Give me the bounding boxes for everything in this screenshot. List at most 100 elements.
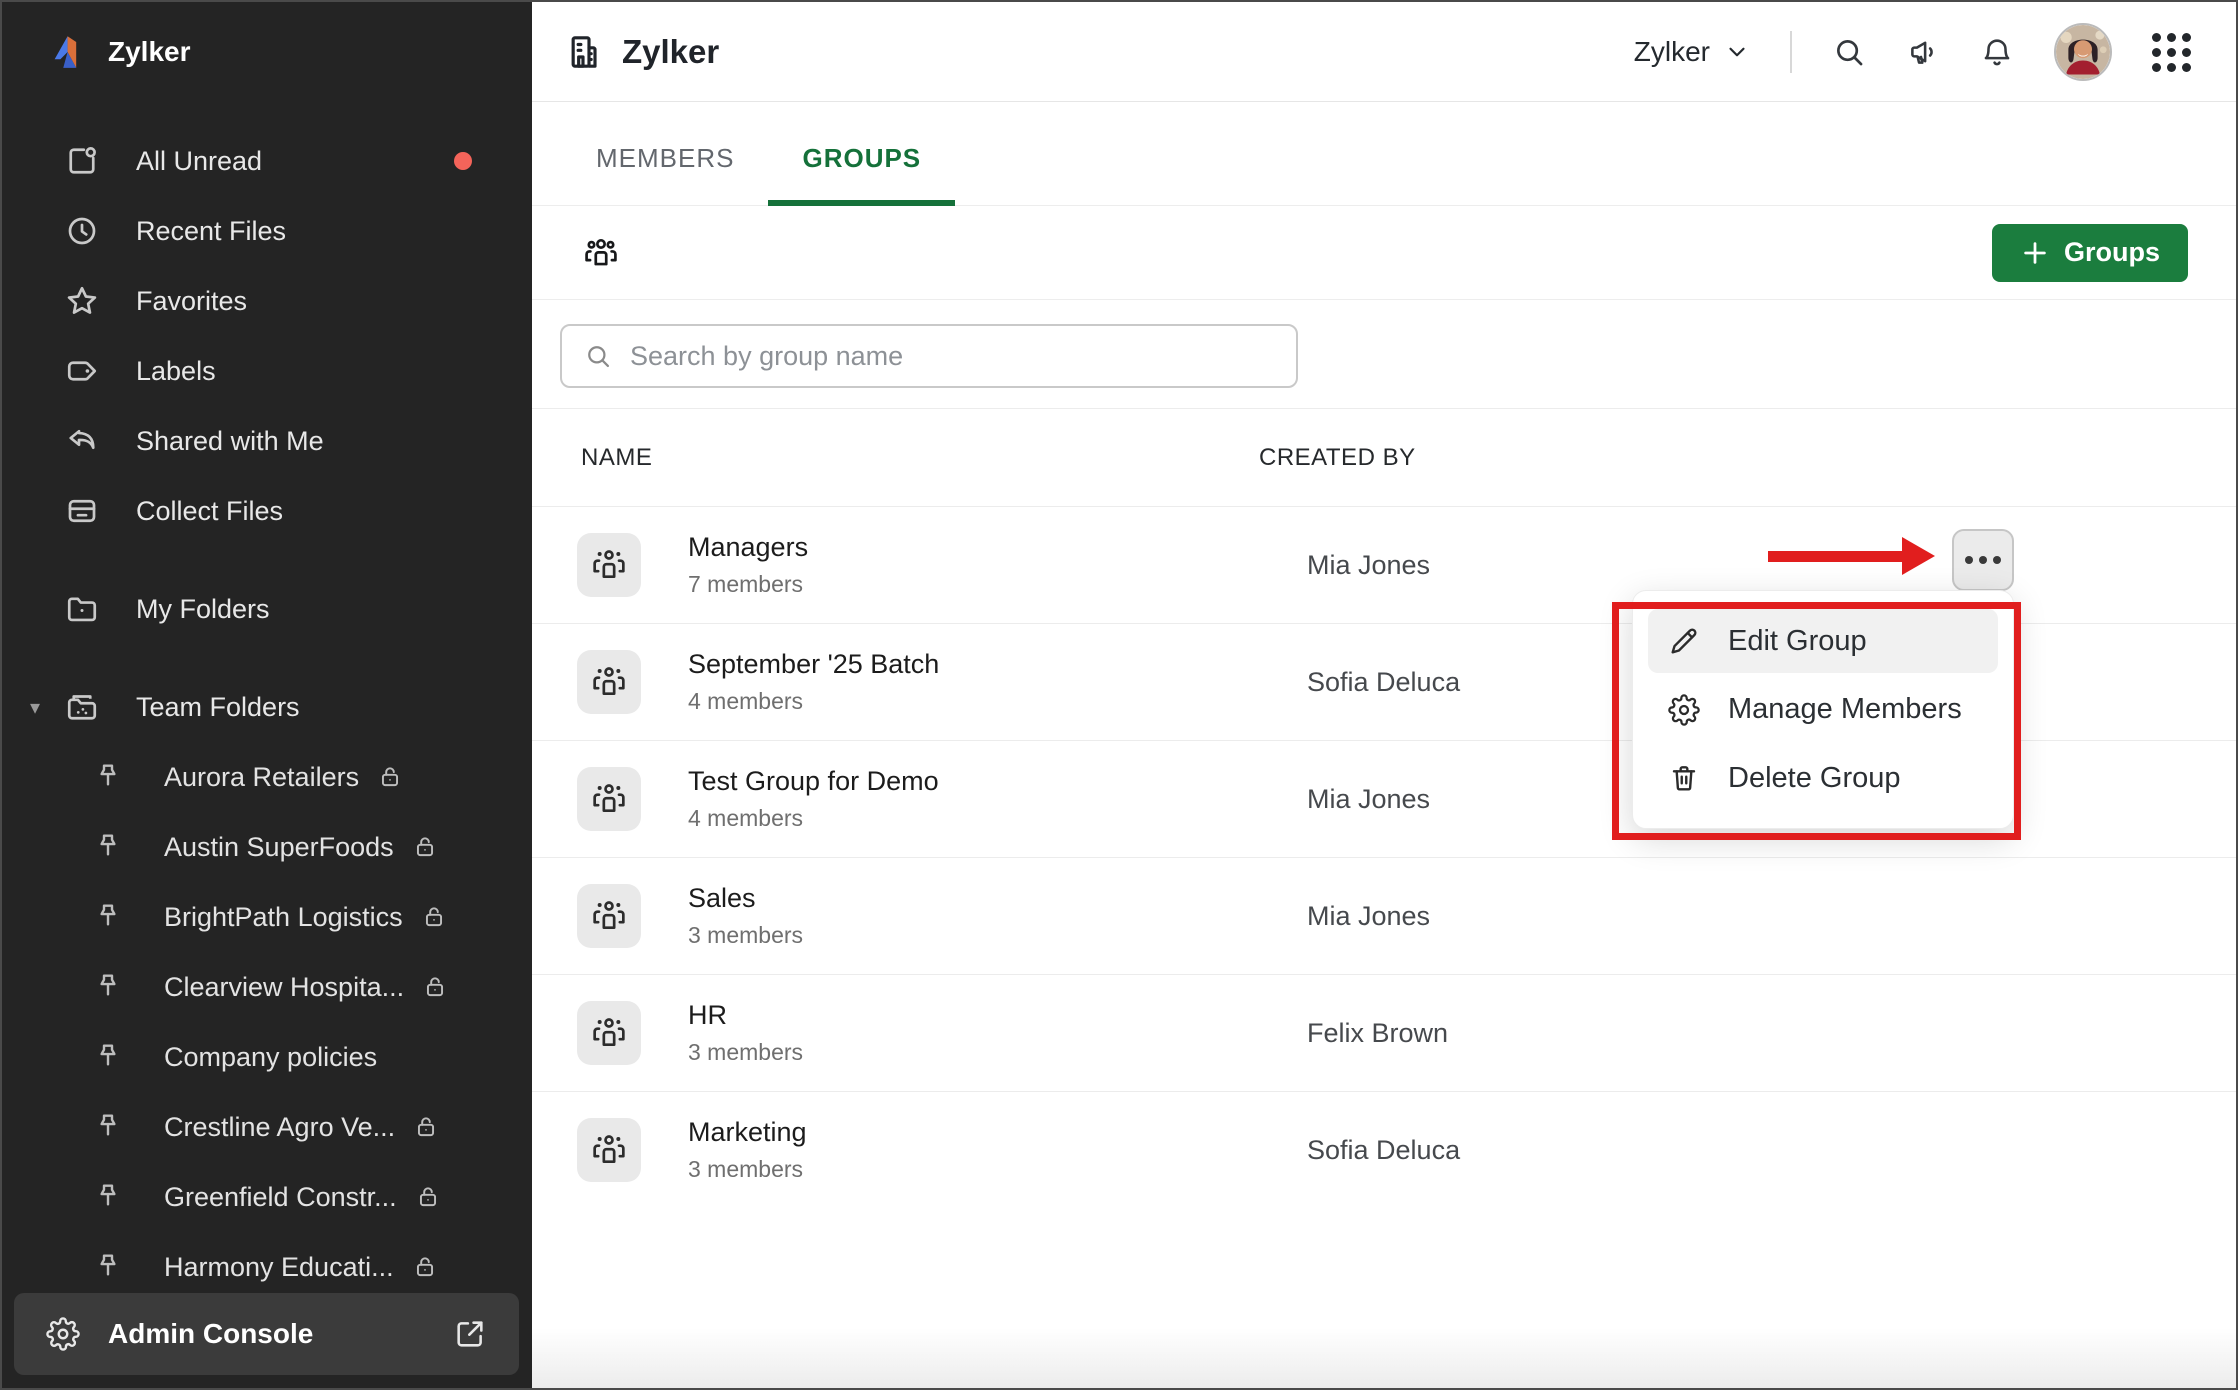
column-header-created-by: CREATED BY: [1259, 444, 2236, 472]
lock-icon: [421, 904, 447, 930]
user-avatar[interactable]: [2054, 23, 2112, 81]
sidebar-team-folder[interactable]: BrightPath Logistics: [2, 882, 532, 952]
sidebar-item-label: My Folders: [136, 594, 270, 625]
pushpin-icon: [92, 971, 124, 1003]
sidebar-team-folder[interactable]: Clearview Hospita...: [2, 952, 532, 1022]
sidebar-team-folder[interactable]: Crestline Agro Ve...: [2, 1092, 532, 1162]
menu-item-manage-members[interactable]: Manage Members: [1648, 678, 1998, 742]
org-switcher[interactable]: Zylker: [1634, 36, 1750, 68]
lock-icon: [413, 1114, 439, 1140]
group-member-count: 3 members: [688, 1039, 1307, 1066]
table-row[interactable]: Marketing 3 members Sofia Deluca: [532, 1091, 2236, 1208]
sidebar-item-favorites[interactable]: Favorites: [2, 266, 532, 336]
sidebar-nav: All Unread Recent Files Favorites: [2, 102, 532, 1302]
group-name-cell: Test Group for Demo 4 members: [688, 766, 1307, 832]
sidebar-item-team-folders[interactable]: ▾ Team Folders: [2, 672, 532, 742]
menu-item-label: Delete Group: [1728, 762, 1901, 795]
groups-people-icon[interactable]: [582, 234, 620, 272]
gear-icon: [46, 1317, 80, 1351]
table-row[interactable]: Sales 3 members Mia Jones: [532, 857, 2236, 974]
sidebar-item-collect-files[interactable]: Collect Files: [2, 476, 532, 546]
team-folder-label: Austin SuperFoods: [164, 832, 394, 863]
pushpin-icon: [92, 1181, 124, 1213]
group-tile-icon: [577, 650, 641, 714]
team-folder-label: Company policies: [164, 1042, 377, 1073]
clock-icon: [64, 213, 100, 249]
search-area: [532, 300, 2236, 408]
pushpin-icon: [92, 1041, 124, 1073]
sidebar-item-recent-files[interactable]: Recent Files: [2, 196, 532, 266]
sidebar: Zylker All Unread Recent: [2, 2, 532, 1388]
search-icon[interactable]: [1832, 35, 1866, 69]
team-folder-label: Crestline Agro Ve...: [164, 1112, 395, 1143]
groups-toolbar: Groups: [532, 206, 2236, 300]
building-icon: [564, 32, 604, 72]
group-name: Marketing: [688, 1117, 1307, 1148]
sidebar-team-folder[interactable]: Harmony Educati...: [2, 1232, 532, 1302]
admin-console-button[interactable]: Admin Console: [14, 1293, 519, 1375]
admin-console-label: Admin Console: [108, 1318, 313, 1350]
apps-grid-icon[interactable]: [2152, 33, 2190, 71]
chevron-down-icon[interactable]: ▾: [30, 695, 40, 720]
nav-spacer: [2, 644, 532, 672]
table-header: NAME CREATED BY: [532, 408, 2236, 506]
page-title-text: Zylker: [622, 33, 719, 71]
lock-icon: [415, 1184, 441, 1210]
sidebar-team-folder[interactable]: Company policies: [2, 1022, 532, 1092]
page-title: Zylker: [564, 32, 719, 72]
tab-groups[interactable]: GROUPS: [768, 143, 955, 206]
tag-icon: [64, 353, 100, 389]
sidebar-team-folder[interactable]: Greenfield Constr...: [2, 1162, 532, 1232]
group-name: HR: [688, 1000, 1307, 1031]
team-folder-label: Greenfield Constr...: [164, 1182, 397, 1213]
lock-icon: [412, 834, 438, 860]
group-tile-icon: [577, 767, 641, 831]
content-bottom-fade: [532, 1328, 2236, 1388]
add-groups-button-label: Groups: [2064, 237, 2160, 268]
sidebar-team-folder[interactable]: Aurora Retailers: [2, 742, 532, 812]
group-created-by: Mia Jones: [1307, 901, 2236, 932]
group-member-count: 7 members: [688, 571, 1307, 598]
pushpin-icon: [92, 831, 124, 863]
add-groups-button[interactable]: Groups: [1992, 224, 2188, 282]
menu-item-delete-group[interactable]: Delete Group: [1648, 746, 1998, 810]
group-created-by: Felix Brown: [1307, 1018, 2236, 1049]
sidebar-item-shared-with-me[interactable]: Shared with Me: [2, 406, 532, 476]
group-member-count: 3 members: [688, 1156, 1307, 1183]
group-tile-icon: [577, 1118, 641, 1182]
main-content: Zylker Zylker: [532, 2, 2236, 1388]
team-folder-icon: [64, 689, 100, 725]
pushpin-icon: [92, 761, 124, 793]
team-folder-label: Harmony Educati...: [164, 1252, 394, 1283]
sidebar-item-label: Favorites: [136, 286, 247, 317]
sidebar-item-my-folders[interactable]: My Folders: [2, 574, 532, 644]
sidebar-item-label: Shared with Me: [136, 426, 324, 457]
pushpin-icon: [92, 1111, 124, 1143]
group-name: Managers: [688, 532, 1307, 563]
sidebar-item-labels[interactable]: Labels: [2, 336, 532, 406]
top-header: Zylker Zylker: [532, 2, 2236, 102]
lock-icon: [412, 1254, 438, 1280]
team-folder-label: Clearview Hospita...: [164, 972, 404, 1003]
menu-item-edit-group[interactable]: Edit Group: [1648, 609, 1998, 673]
row-actions-more-button[interactable]: [1952, 529, 2014, 591]
group-name: September '25 Batch: [688, 649, 1307, 680]
nav-spacer: [2, 546, 532, 574]
folder-icon: [64, 591, 100, 627]
pencil-icon: [1668, 625, 1700, 657]
group-name-cell: September '25 Batch 4 members: [688, 649, 1307, 715]
trash-icon: [1668, 762, 1700, 794]
group-name-cell: HR 3 members: [688, 1000, 1307, 1066]
group-name: Sales: [688, 883, 1307, 914]
sidebar-item-all-unread[interactable]: All Unread: [2, 126, 532, 196]
sidebar-team-folder[interactable]: Austin SuperFoods: [2, 812, 532, 882]
announcement-icon[interactable]: [1906, 35, 1940, 69]
table-row[interactable]: HR 3 members Felix Brown: [532, 974, 2236, 1091]
chevron-down-icon: [1724, 39, 1750, 65]
external-link-icon: [453, 1317, 487, 1351]
group-search-input[interactable]: [630, 341, 1274, 372]
tab-members[interactable]: MEMBERS: [562, 143, 768, 206]
sidebar-logo: Zylker: [2, 2, 532, 102]
sidebar-item-label: Team Folders: [136, 692, 300, 723]
bell-icon[interactable]: [1980, 35, 2014, 69]
